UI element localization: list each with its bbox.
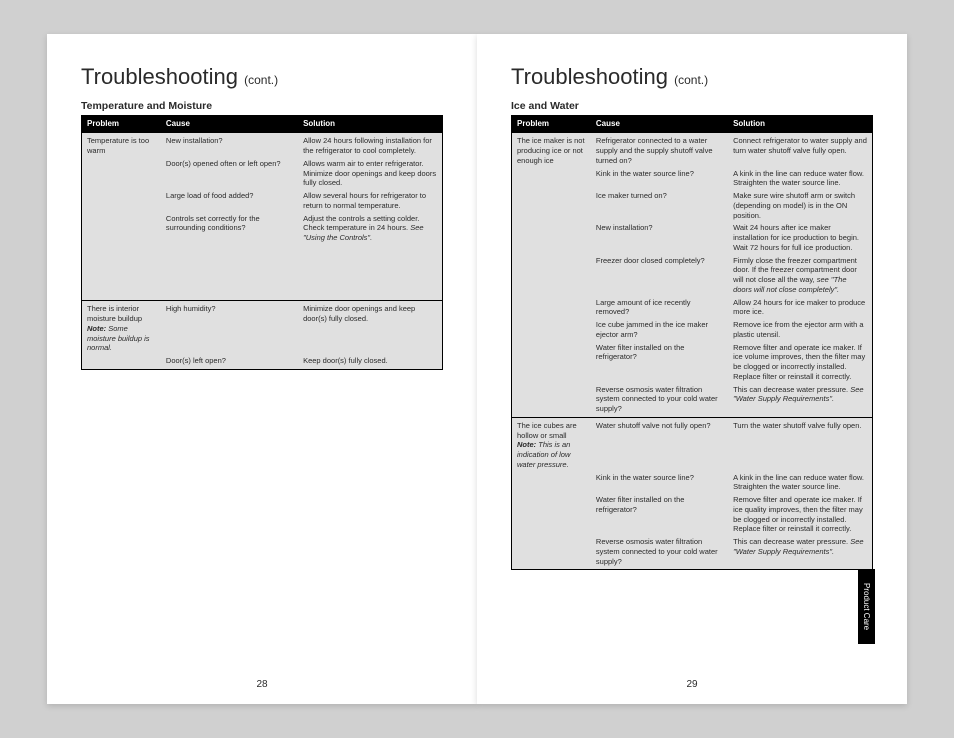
- table-row: Water filter installed on the refrigerat…: [512, 495, 873, 537]
- page-right: Troubleshooting (cont.) Ice and Water Pr…: [477, 34, 907, 704]
- cell-cause: New installation?: [591, 223, 728, 255]
- table-row: Reverse osmosis water filtration system …: [512, 537, 873, 570]
- cell-cause: Kink in the water source line?: [591, 473, 728, 496]
- troubleshooting-table-right: Problem Cause Solution The ice maker is …: [511, 115, 873, 570]
- table-row: Ice cube jammed in the ice maker ejector…: [512, 320, 873, 343]
- page-title: Troubleshooting (cont.): [81, 64, 443, 90]
- section-heading: Temperature and Moisture: [81, 100, 443, 112]
- cell-solution: Keep door(s) fully closed.: [298, 356, 442, 369]
- table-row: Water filter installed on the refrigerat…: [512, 343, 873, 385]
- cell-cause: Door(s) opened often or left open?: [161, 159, 298, 191]
- cell-cause: Kink in the water source line?: [591, 169, 728, 192]
- title-cont: (cont.): [674, 73, 708, 87]
- table-row: Ice maker turned on? Make sure wire shut…: [512, 191, 873, 223]
- cell-cause: Water filter installed on the refrigerat…: [591, 343, 728, 385]
- table-row: Large amount of ice recently removed? Al…: [512, 298, 873, 321]
- table-row: Kink in the water source line? A kink in…: [512, 169, 873, 192]
- cell-cause: Reverse osmosis water filtration system …: [591, 385, 728, 418]
- cell-cause: Ice cube jammed in the ice maker ejector…: [591, 320, 728, 343]
- cell-solution: Firmly close the freezer compartment doo…: [728, 256, 872, 298]
- table-row: The ice maker is not producing ice or no…: [512, 133, 873, 169]
- troubleshooting-table-left: Problem Cause Solution Temperature is to…: [81, 115, 443, 370]
- table-row: There is interior moisture buildup Note:…: [82, 301, 443, 356]
- cell-solution: Make sure wire shutoff arm or switch (de…: [728, 191, 872, 223]
- cell-cause: Water filter installed on the refrigerat…: [591, 495, 728, 537]
- col-problem: Problem: [512, 116, 591, 133]
- cell-solution: Remove filter and operate ice maker. If …: [728, 343, 872, 385]
- cell-solution: Allow 24 hours following installation fo…: [298, 133, 442, 159]
- cell-solution: Allows warm air to enter refrigerator. M…: [298, 159, 442, 191]
- table-row: Door(s) opened often or left open? Allow…: [82, 159, 443, 191]
- table-row: Reverse osmosis water filtration system …: [512, 385, 873, 418]
- cell-solution: Allow several hours for refrigerator to …: [298, 191, 442, 214]
- page-number: 29: [686, 679, 697, 690]
- section-tab-right: Product Care: [858, 569, 875, 644]
- cell-cause: Door(s) left open?: [161, 356, 298, 369]
- cell-cause: Large load of food added?: [161, 191, 298, 214]
- cell-solution: Remove filter and operate ice maker. If …: [728, 495, 872, 537]
- page-title: Troubleshooting (cont.): [511, 64, 873, 90]
- page-left: Troubleshooting (cont.) Temperature and …: [47, 34, 477, 704]
- cell-solution: Allow 24 hours for ice maker to produce …: [728, 298, 872, 321]
- cell-solution: Minimize door openings and keep door(s) …: [298, 301, 442, 356]
- cell-solution: Remove ice from the ejector arm with a p…: [728, 320, 872, 343]
- cell-problem: The ice cubes are hollow or small Note: …: [512, 417, 591, 472]
- cell-cause: Large amount of ice recently removed?: [591, 298, 728, 321]
- title-cont: (cont.): [244, 73, 278, 87]
- cell-problem: There is interior moisture buildup Note:…: [82, 301, 161, 356]
- table-row: Large load of food added? Allow several …: [82, 191, 443, 214]
- title-main: Troubleshooting: [511, 64, 668, 89]
- cell-cause: Controls set correctly for the surroundi…: [161, 214, 298, 246]
- title-main: Troubleshooting: [81, 64, 238, 89]
- cell-cause: Reverse osmosis water filtration system …: [591, 537, 728, 570]
- cell-solution: A kink in the line can reduce water flow…: [728, 169, 872, 192]
- col-cause: Cause: [161, 116, 298, 133]
- cell-cause: High humidity?: [161, 301, 298, 356]
- table-row: Temperature is too warm New installation…: [82, 133, 443, 159]
- cell-problem: The ice maker is not producing ice or no…: [512, 133, 591, 169]
- cell-cause: Refrigerator connected to a water supply…: [591, 133, 728, 169]
- table-row: Controls set correctly for the surroundi…: [82, 214, 443, 246]
- cell-solution: Adjust the controls a setting colder. Ch…: [298, 214, 442, 246]
- page-spread: Product Care Troubleshooting (cont.) Tem…: [47, 34, 907, 704]
- cell-solution: This can decrease water pressure. See "W…: [728, 537, 872, 570]
- section-heading: Ice and Water: [511, 100, 873, 112]
- cell-cause: Freezer door closed completely?: [591, 256, 728, 298]
- cell-solution: Turn the water shutoff valve fully open.: [728, 417, 872, 472]
- col-solution: Solution: [728, 116, 872, 133]
- col-solution: Solution: [298, 116, 442, 133]
- cell-cause: Ice maker turned on?: [591, 191, 728, 223]
- page-number: 28: [256, 679, 267, 690]
- col-cause: Cause: [591, 116, 728, 133]
- table-row: Freezer door closed completely? Firmly c…: [512, 256, 873, 298]
- cell-solution: Wait 24 hours after ice maker installati…: [728, 223, 872, 255]
- cell-cause: Water shutoff valve not fully open?: [591, 417, 728, 472]
- table-row: Kink in the water source line? A kink in…: [512, 473, 873, 496]
- cell-problem: Temperature is too warm: [82, 133, 161, 159]
- cell-cause: New installation?: [161, 133, 298, 159]
- cell-solution: This can decrease water pressure. See "W…: [728, 385, 872, 418]
- cell-solution: Connect refrigerator to water supply and…: [728, 133, 872, 169]
- table-row: New installation? Wait 24 hours after ic…: [512, 223, 873, 255]
- col-problem: Problem: [82, 116, 161, 133]
- table-row: The ice cubes are hollow or small Note: …: [512, 417, 873, 472]
- table-row: Door(s) left open? Keep door(s) fully cl…: [82, 356, 443, 369]
- cell-solution: A kink in the line can reduce water flow…: [728, 473, 872, 496]
